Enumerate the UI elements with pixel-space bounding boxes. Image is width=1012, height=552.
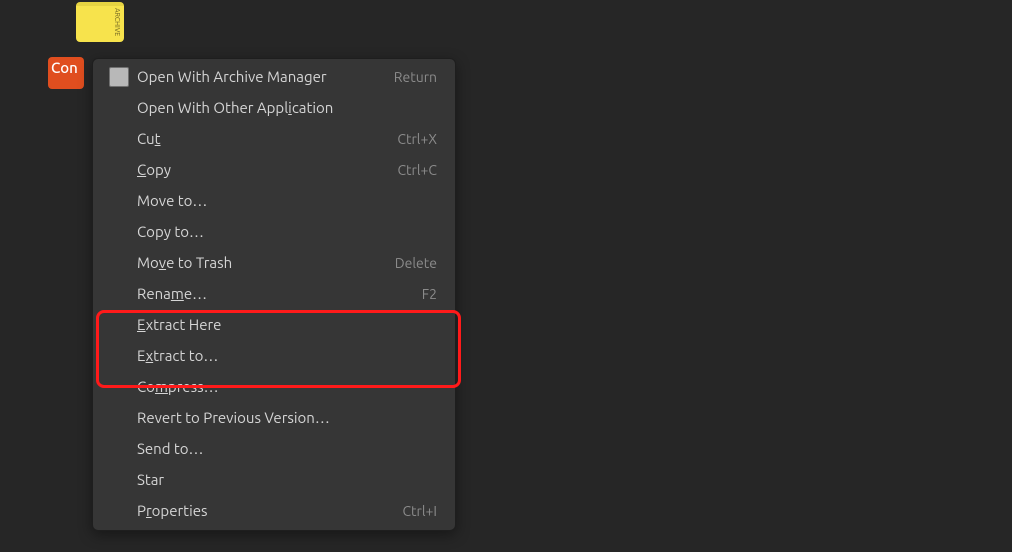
menu-move-to-trash[interactable]: Move to Trash Delete [93, 247, 455, 278]
menu-extract-here[interactable]: Extract Here [93, 309, 455, 340]
menu-accel: Ctrl+I [402, 503, 437, 519]
menu-accel: Delete [395, 255, 437, 271]
menu-send-to[interactable]: Send to… [93, 433, 455, 464]
menu-label: Compress… [137, 378, 437, 395]
menu-label: Send to… [137, 440, 437, 457]
menu-revert-previous-version[interactable]: Revert to Previous Version… [93, 402, 455, 433]
menu-copy-to[interactable]: Copy to… [93, 216, 455, 247]
menu-label: Move to Trash [137, 254, 395, 271]
menu-accel: F2 [422, 286, 437, 302]
menu-open-with-archive-manager[interactable]: Open With Archive Manager Return [93, 61, 455, 92]
menu-label: Open With Archive Manager [137, 68, 394, 85]
menu-label: Star [137, 471, 437, 488]
menu-cut[interactable]: Cut Ctrl+X [93, 123, 455, 154]
menu-label: Open With Other Application [137, 99, 437, 116]
menu-star[interactable]: Star [93, 464, 455, 495]
app-tile-icon[interactable]: Con [48, 57, 84, 89]
menu-rename[interactable]: Rename… F2 [93, 278, 455, 309]
menu-move-to[interactable]: Move to… [93, 185, 455, 216]
menu-label: Move to… [137, 192, 437, 209]
archive-icon [109, 67, 129, 87]
menu-label: Extract to… [137, 347, 437, 364]
menu-label: Revert to Previous Version… [137, 409, 437, 426]
menu-copy[interactable]: Copy Ctrl+C [93, 154, 455, 185]
menu-label: Cut [137, 130, 397, 147]
menu-extract-to[interactable]: Extract to… [93, 340, 455, 371]
menu-properties[interactable]: Properties Ctrl+I [93, 495, 455, 526]
menu-compress[interactable]: Compress… [93, 371, 455, 402]
menu-open-with-other-application[interactable]: Open With Other Application [93, 92, 455, 123]
menu-label: Properties [137, 502, 402, 519]
archive-file-label: ARCHIVE [113, 8, 121, 36]
app-tile-label: Con [51, 59, 78, 76]
menu-label: Copy [137, 161, 397, 178]
menu-accel: Return [394, 69, 437, 85]
menu-accel: Ctrl+X [397, 131, 437, 147]
menu-label: Rename… [137, 285, 422, 302]
archive-file-icon[interactable]: ARCHIVE [76, 2, 124, 42]
menu-label: Extract Here [137, 316, 437, 333]
menu-label: Copy to… [137, 223, 437, 240]
menu-accel: Ctrl+C [397, 162, 437, 178]
context-menu: Open With Archive Manager Return Open Wi… [92, 58, 456, 531]
